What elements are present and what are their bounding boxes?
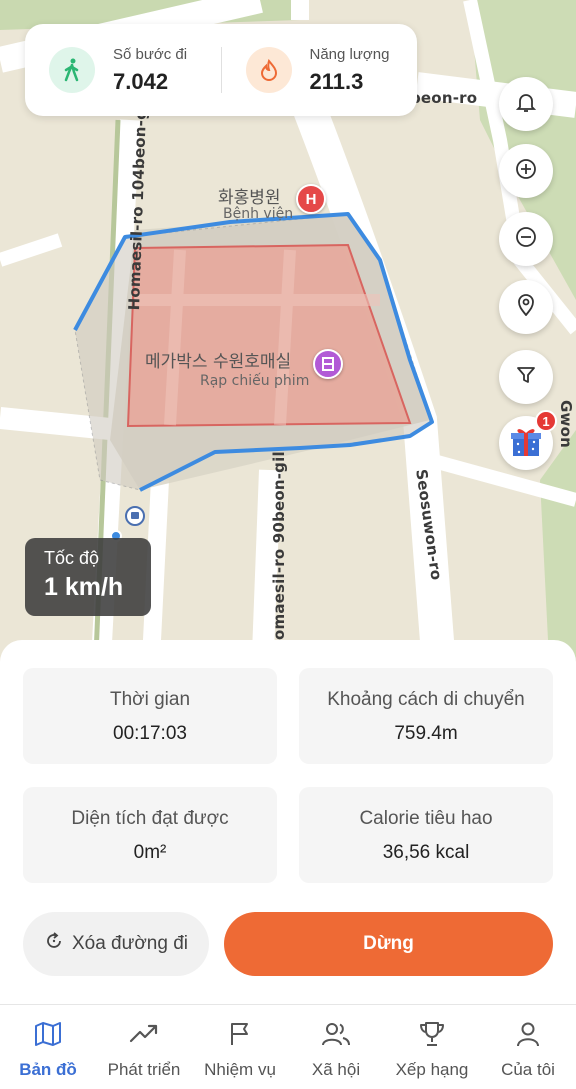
energy-label: Năng lượng (309, 45, 390, 63)
bell-icon (515, 91, 537, 118)
zoom-out-icon (515, 226, 537, 253)
filter-button[interactable] (499, 350, 553, 404)
calorie-value: 36,56 kcal (382, 842, 470, 863)
road-label-top-right: beon-ro (410, 89, 478, 107)
hospital-badge-text: H (305, 190, 317, 208)
zoom-out-button[interactable] (499, 212, 553, 266)
nav-label-map: Bản đồ (19, 1060, 77, 1079)
steps-stat: Số bước đi 7.042 (25, 46, 221, 95)
flame-icon (245, 47, 292, 93)
nav-label-progress: Phát triển (107, 1060, 181, 1079)
notification-button[interactable] (499, 77, 553, 131)
road-label-far-right: Gwon (557, 400, 575, 448)
cinema-name-ko: 메가박스 수원호매실 (145, 352, 292, 372)
zoom-in-icon (515, 158, 537, 185)
cinema-name-vi: Rạp chiếu phim (200, 373, 310, 389)
nav-item-missions[interactable]: Nhiệm vụ (192, 1005, 288, 1089)
activity-stats-card: Số bước đi 7.042 Năng lượng 211.3 (25, 24, 417, 116)
people-icon (321, 1021, 351, 1052)
hospital-name-vi: Bệnh viện (223, 206, 294, 222)
energy-value: 211.3 (309, 68, 364, 94)
walking-icon (49, 47, 95, 93)
clear-route-button[interactable]: Xóa đường đi (23, 912, 209, 976)
bottom-navigation: Bản đồ Phát triển Nhiệm vụ Xã hội Xếp hạ… (0, 1004, 576, 1089)
nav-item-ranking[interactable]: Xếp hạng (384, 1005, 480, 1089)
area-metric: Diện tích đạt được 0m² (23, 787, 277, 883)
speed-value: 1 km/h (44, 573, 124, 601)
hospital-name-ko: 화홍병원 (218, 188, 281, 208)
nav-label-ranking: Xếp hạng (395, 1060, 469, 1079)
time-value: 00:17:03 (113, 723, 187, 744)
nav-item-map[interactable]: Bản đồ (0, 1005, 96, 1089)
distance-value: 759.4m (394, 723, 458, 744)
area-value: 0m² (133, 842, 167, 863)
distance-metric: Khoảng cách di chuyển 759.4m (299, 668, 553, 764)
speed-indicator: Tốc độ 1 km/h (25, 538, 151, 616)
nav-label-profile: Của tôi (501, 1060, 555, 1079)
time-label: Thời gian (109, 689, 191, 710)
calorie-metric: Calorie tiêu hao 36,56 kcal (299, 787, 553, 883)
hospital-pin-icon[interactable]: H (296, 184, 326, 214)
gift-badge: 1 (535, 410, 557, 432)
trend-icon (129, 1021, 159, 1052)
nav-label-social: Xã hội (311, 1060, 361, 1079)
road-label-bottom-vertical: omaesil-ro 90beon-gil (270, 451, 288, 640)
energy-stat: Năng lượng 211.3 (222, 46, 418, 95)
steps-label: Số bước đi (113, 45, 188, 63)
cinema-pin-icon[interactable] (313, 349, 343, 379)
area-label: Diện tích đạt được (71, 808, 229, 829)
steps-value: 7.042 (113, 68, 169, 94)
speed-label: Tốc độ (44, 548, 100, 568)
location-icon (517, 293, 535, 321)
zoom-in-button[interactable] (499, 144, 553, 198)
nav-label-missions: Nhiệm vụ (204, 1060, 276, 1079)
clear-route-label: Xóa đường đi (71, 933, 189, 954)
distance-label: Khoảng cách di chuyển (327, 689, 525, 710)
nav-item-profile[interactable]: Của tôi (480, 1005, 576, 1089)
nav-item-progress[interactable]: Phát triển (96, 1005, 192, 1089)
nav-item-social[interactable]: Xã hội (288, 1005, 384, 1089)
bus-stop-icon[interactable] (125, 506, 145, 526)
user-icon (515, 1021, 541, 1052)
calorie-label: Calorie tiêu hao (359, 808, 493, 829)
gift-button[interactable]: 1 (499, 410, 557, 470)
stop-button[interactable]: Dừng (224, 912, 553, 976)
time-metric: Thời gian 00:17:03 (23, 668, 277, 764)
locate-me-button[interactable] (499, 280, 553, 334)
filter-icon (516, 365, 536, 390)
flag-icon (228, 1021, 252, 1052)
stop-label: Dừng (363, 933, 414, 954)
trophy-icon (418, 1021, 446, 1052)
reset-icon (44, 931, 64, 957)
map-icon (34, 1021, 62, 1052)
